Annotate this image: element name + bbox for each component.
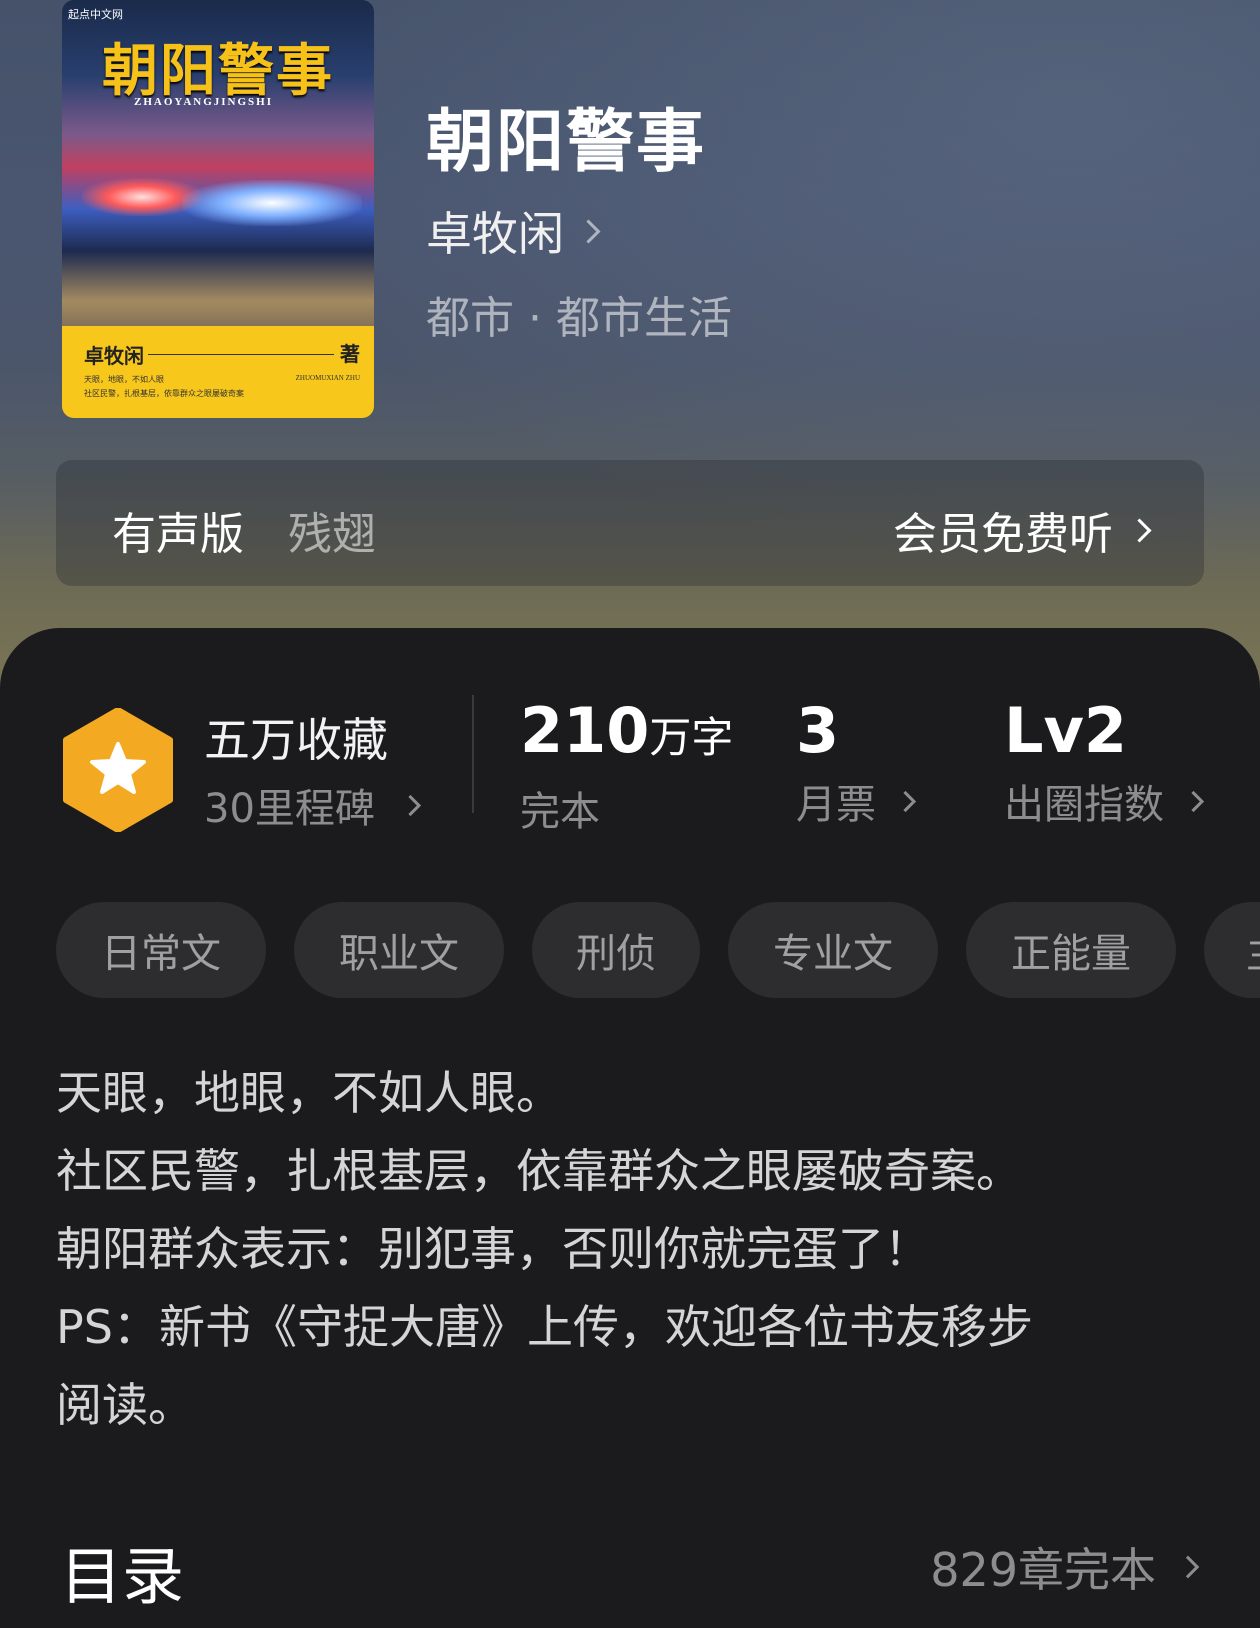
- cover-pinyin: ZHAOYANGJINGSHI: [134, 96, 274, 108]
- completion-status: 完本: [520, 789, 600, 835]
- cover-author: 卓牧闲: [84, 344, 144, 368]
- chevron-right-icon: [1127, 517, 1152, 543]
- toc-title: 目录: [60, 1540, 185, 1613]
- book-cover[interactable]: 起点中文网 朝阳警事 ZHAOYANGJINGSHI 卓牧闲 著 天眼，地眼，不…: [62, 0, 374, 418]
- word-count-value: 210: [520, 694, 650, 767]
- siren-blue-light: [182, 180, 362, 226]
- monthly-ticket-value: 3: [796, 694, 840, 767]
- cover-author-pinyin: ZHUOMUXIAN ZHU: [295, 374, 360, 382]
- cover-blurb-1: 天眼，地眼，不如人眼: [84, 375, 164, 384]
- cover-publisher-logo: 起点中文网: [68, 8, 123, 21]
- collection-badge-icon[interactable]: [62, 708, 174, 832]
- popularity-index-label: 出圈指数: [1004, 782, 1164, 828]
- chevron-right-icon: [576, 218, 601, 244]
- tag-chip[interactable]: 专业文: [728, 902, 938, 998]
- book-description[interactable]: 天眼，地眼，不如人眼。 社区民警，扎根基层，依靠群众之眼屡破奇案。 朝阳群众表示…: [56, 1054, 1206, 1444]
- tag-chip[interactable]: 刑侦: [532, 902, 700, 998]
- chevron-right-icon: [1182, 790, 1205, 812]
- monthly-ticket-stat[interactable]: 3 月票: [796, 694, 917, 830]
- tag-chip[interactable]: 主: [1204, 902, 1260, 998]
- audio-version-bar[interactable]: 有声版 残翅 会员免费听: [56, 460, 1204, 586]
- book-title: 朝阳警事: [426, 102, 707, 182]
- member-free-listen-label: 会员免费听: [893, 509, 1113, 560]
- popularity-level: Lv2: [1004, 694, 1128, 767]
- tag-list: 日常文 职业文 刑侦 专业文 正能量 主: [56, 902, 1260, 1000]
- toc-link[interactable]: 829章完本: [930, 1534, 1200, 1600]
- monthly-ticket-label: 月票: [796, 782, 876, 828]
- tag-chip[interactable]: 正能量: [966, 902, 1176, 998]
- description-line: 天眼，地眼，不如人眼。: [56, 1066, 562, 1120]
- collection-title: 五万收藏: [204, 713, 388, 767]
- cover-yellow-band: 卓牧闲 著 天眼，地眼，不如人眼 社区民警，扎根基层，依靠群众之眼屡破奇案 ZH…: [62, 326, 374, 418]
- cover-zhu: 著: [340, 342, 360, 366]
- member-free-listen-button[interactable]: 会员免费听: [893, 498, 1152, 562]
- stats-divider: [472, 695, 474, 813]
- chevron-right-icon: [399, 794, 422, 816]
- description-line: 社区民警，扎根基层，依靠群众之眼屡破奇案。: [56, 1144, 1022, 1198]
- description-line: 朝阳群众表示：别犯事，否则你就完蛋了！: [56, 1222, 930, 1276]
- cover-divider: [148, 354, 334, 355]
- popularity-index-stat[interactable]: Lv2 出圈指数: [1004, 694, 1205, 830]
- author-link[interactable]: 卓牧闲: [426, 198, 601, 264]
- audio-narrator: 残翅: [288, 509, 376, 560]
- tag-chip[interactable]: 职业文: [294, 902, 504, 998]
- description-line: 阅读。: [56, 1378, 194, 1432]
- audio-label: 有声版: [112, 509, 244, 560]
- cover-title: 朝阳警事: [102, 38, 334, 104]
- toc-summary: 829章完本: [930, 1543, 1156, 1597]
- milestone-label: 30里程碑: [204, 786, 375, 832]
- chevron-right-icon: [1176, 1555, 1200, 1579]
- description-line: PS：新书《守捉大唐》上传，欢迎各位书友移步: [56, 1300, 1033, 1354]
- word-count-stat: 210万字 完本: [520, 694, 733, 837]
- cover-blurb-2: 社区民警，扎根基层，依靠群众之眼屡破奇案: [84, 389, 244, 398]
- word-count-unit: 万字: [649, 713, 734, 762]
- book-genre[interactable]: 都市 · 都市生活: [426, 282, 732, 346]
- chevron-right-icon: [894, 790, 917, 812]
- milestone-link[interactable]: 30里程碑: [204, 776, 422, 834]
- tag-chip[interactable]: 日常文: [56, 902, 266, 998]
- author-name: 卓牧闲: [426, 207, 564, 261]
